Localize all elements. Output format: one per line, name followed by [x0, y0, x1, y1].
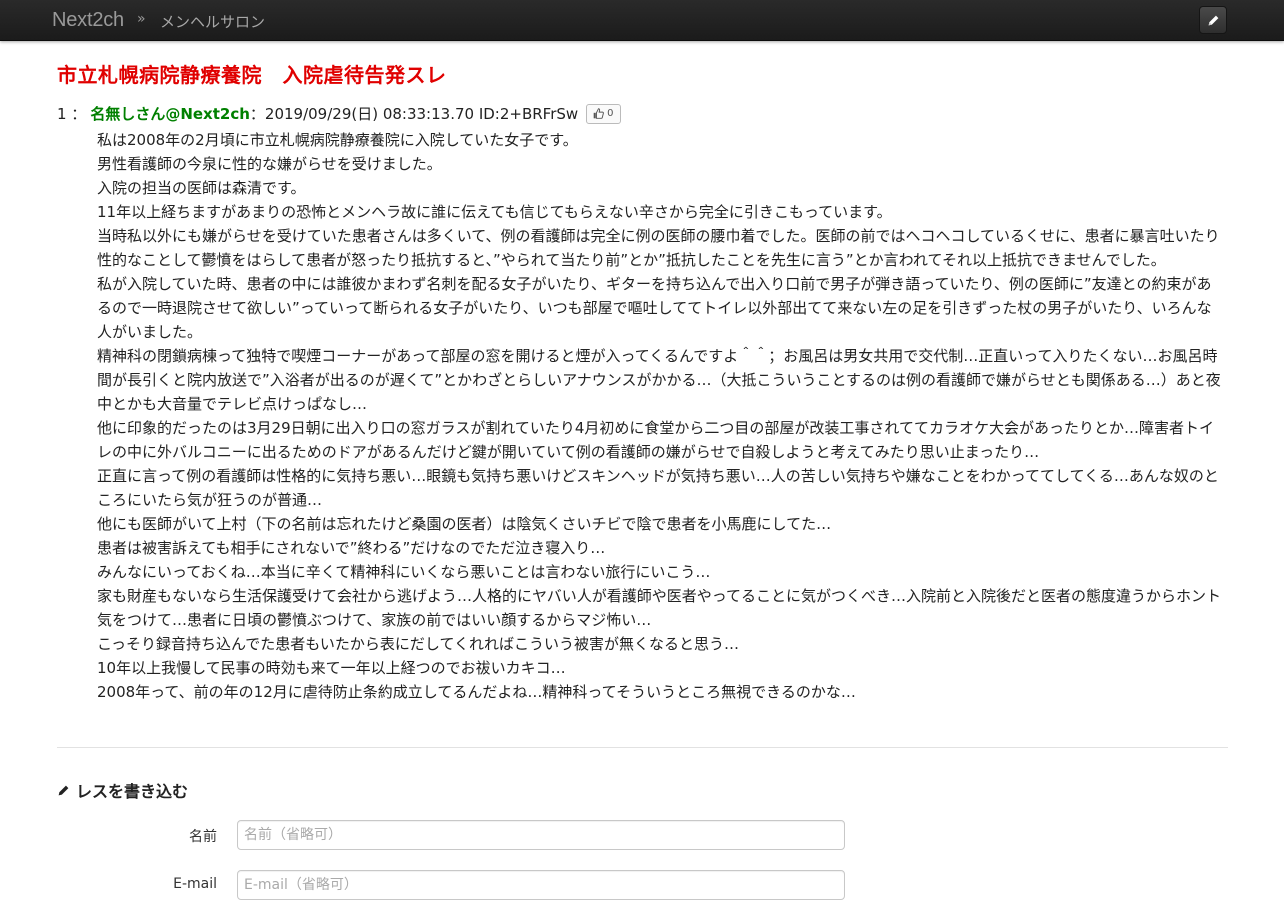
post-line: 私は2008年の2月頃に市立札幌病院静療養院に入院していた女子です。 [97, 131, 578, 149]
post-line: 正直に言って例の看護師は性格的に気持ち悪い…眼鏡も気持ち悪いけどスキンヘッドが気… [97, 467, 1219, 509]
write-thread-button[interactable] [1199, 6, 1227, 34]
like-count: 0 [607, 108, 614, 119]
post-number[interactable]: 1 ： [57, 103, 86, 124]
breadcrumb-separator: » [137, 11, 146, 27]
thread-title: 市立札幌病院静療養院 入院虐待告発スレ [57, 63, 447, 87]
post-line: こっそり録音持ち込んでた患者もいたから表にだしてくれればこういう被害が無くなると… [97, 635, 740, 653]
post-header: 1 ： 名無しさん@Next2ch ：2019/09/29(日) 08:33:1… [57, 103, 621, 124]
reply-form-heading: レスを書き込む [57, 778, 188, 802]
name-label: 名前 [189, 829, 217, 845]
post-line: 男性看護師の今泉に性的な嫌がらせを受けました。 [97, 155, 442, 173]
post-line: 他に印象的だったのは3月29日朝に出入り口の窓ガラスが割れていたり4月初めに食堂… [97, 419, 1214, 461]
post-line: 11年以上経ちますがあまりの恐怖とメンヘラ故に誰に伝えても信じてもらえない辛さか… [97, 203, 892, 221]
breadcrumb-board-link[interactable]: メンヘルサロン [160, 11, 265, 32]
poster-name: 名無しさん@Next2ch [90, 105, 250, 123]
post-line: 入院の担当の医師は森清です。 [97, 179, 306, 197]
post-line: 2008年って、前の年の12月に虐待防止条約成立してるんだよね…精神科ってそうい… [97, 683, 856, 701]
post-line: みんなにいっておくね…本当に辛くて精神科にいくなら悪いことは言わない旅行にいこう… [97, 563, 711, 581]
like-button[interactable]: 0 [586, 103, 621, 124]
pencil-icon [1208, 15, 1218, 25]
post-line: 患者は被害訴えても相手にされないで”終わる”だけなのでただ泣き寝入り… [97, 539, 606, 557]
post-meta: ：2019/09/29(日) 08:33:13.70 ID:2+BRFrSw [249, 105, 579, 123]
post-line: 当時私以外にも嫌がらせを受けていた患者さんは多くいて、例の看護師は完全に例の医師… [97, 227, 1220, 269]
reply-form-heading-label: レスを書き込む [76, 782, 189, 801]
post-line: 他にも医師がいて上村（下の名前は忘れたけど桑園の医者）は陰気くさいチビで陰で患者… [97, 515, 832, 533]
post-body: 私は2008年の2月頃に市立札幌病院静療養院に入院していた女子です。 男性看護師… [97, 128, 1225, 704]
email-label: E-mail [173, 876, 217, 892]
post-line: 家も財産もないなら生活保護受けて会社から逃げよう…人格的にヤバい人が看護師や医者… [97, 587, 1221, 629]
top-navbar: Next2ch » メンヘルサロン [0, 0, 1284, 41]
thumbs-up-icon [593, 108, 605, 119]
name-field[interactable] [237, 820, 845, 850]
pencil-icon [58, 785, 69, 795]
site-brand-link[interactable]: Next2ch [52, 9, 124, 32]
email-field[interactable] [237, 870, 845, 900]
post-line: 精神科の閉鎖病棟って独特で喫煙コーナーがあって部屋の窓を開けると煙が入ってくるん… [97, 347, 1221, 413]
section-divider [57, 747, 1228, 748]
post-line: 10年以上我慢して民事の時効も来て一年以上経つのでお祓いカキコ… [97, 659, 566, 677]
post-line: 私が入院していた時、患者の中には誰彼かまわず名刺を配る女子がいたり、ギターを持ち… [97, 275, 1212, 341]
